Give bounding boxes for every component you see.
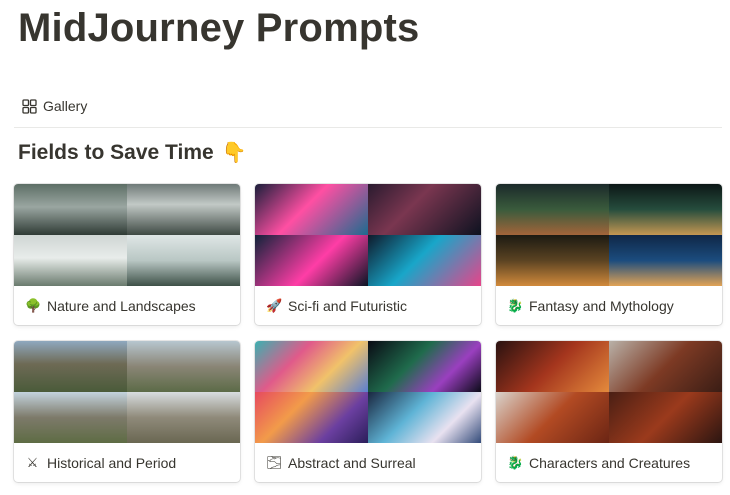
- cover-tile: [127, 392, 240, 443]
- cover-tile: [14, 235, 127, 286]
- gallery-card-abstract[interactable]: 🌫 Abstract and Surreal: [255, 341, 481, 482]
- card-title: Sci-fi and Futuristic: [288, 297, 408, 314]
- gallery-card-historical[interactable]: ⚔ Historical and Period: [14, 341, 240, 482]
- cover-tile: [368, 392, 481, 443]
- card-caption: ⚔ Historical and Period: [14, 443, 240, 482]
- card-cover-image: [14, 341, 240, 443]
- card-title: Characters and Creatures: [529, 454, 691, 471]
- cover-tile: [255, 235, 368, 286]
- card-caption: 🌳 Nature and Landscapes: [14, 286, 240, 325]
- cover-tile: [127, 184, 240, 235]
- cover-tile: [14, 392, 127, 443]
- card-title: Abstract and Surreal: [288, 454, 416, 471]
- cover-tile: [368, 235, 481, 286]
- crossed-swords-icon: ⚔: [26, 454, 39, 470]
- cover-tile: [609, 184, 722, 235]
- cover-tile: [496, 235, 609, 286]
- card-cover-image: [14, 184, 240, 286]
- gallery-view-tab[interactable]: Gallery: [22, 98, 87, 114]
- divider: [14, 127, 722, 128]
- gallery-card-nature[interactable]: 🌳 Nature and Landscapes: [14, 184, 240, 325]
- gallery-grid-icon: [22, 98, 37, 114]
- card-caption: 🐉 Characters and Creatures: [496, 443, 722, 482]
- cover-tile: [14, 341, 127, 392]
- cover-tile: [255, 341, 368, 392]
- section-title: Fields to Save Time 👇: [18, 140, 247, 165]
- card-cover-image: [255, 184, 481, 286]
- cover-tile: [127, 341, 240, 392]
- card-caption: 🌫 Abstract and Surreal: [255, 443, 481, 482]
- gallery-card-characters[interactable]: 🐉 Characters and Creatures: [496, 341, 722, 482]
- pointing-down-icon: 👇: [221, 142, 247, 164]
- card-title: Nature and Landscapes: [47, 297, 196, 314]
- card-caption: 🚀 Sci-fi and Futuristic: [255, 286, 481, 325]
- cover-tile: [609, 341, 722, 392]
- card-title: Fantasy and Mythology: [529, 297, 674, 314]
- rocket-icon: 🚀: [266, 297, 283, 313]
- cover-tile: [368, 341, 481, 392]
- gallery-view-label: Gallery: [43, 98, 88, 114]
- gallery-card-scifi[interactable]: 🚀 Sci-fi and Futuristic: [255, 184, 481, 325]
- card-cover-image: [496, 341, 722, 443]
- fog-icon: 🌫: [266, 454, 283, 470]
- gallery-card-fantasy[interactable]: 🐉 Fantasy and Mythology: [496, 184, 722, 325]
- page-title: MidJourney Prompts: [18, 6, 420, 50]
- card-title: Historical and Period: [47, 454, 177, 471]
- cover-tile: [127, 235, 240, 286]
- cover-tile: [368, 184, 481, 235]
- tree-icon: 🌳: [25, 297, 42, 313]
- cover-tile: [609, 235, 722, 286]
- card-cover-image: [496, 184, 722, 286]
- dragon-icon: 🐉: [507, 454, 524, 470]
- cover-tile: [14, 184, 127, 235]
- gallery-grid: 🌳 Nature and Landscapes 🚀 Sci-fi and Fut…: [14, 184, 724, 484]
- dragon-icon: 🐉: [507, 297, 524, 313]
- section-title-text: Fields to Save Time: [18, 140, 214, 164]
- card-cover-image: [255, 341, 481, 443]
- cover-tile: [255, 392, 368, 443]
- cover-tile: [609, 392, 722, 443]
- card-caption: 🐉 Fantasy and Mythology: [496, 286, 722, 325]
- cover-tile: [496, 341, 609, 392]
- cover-tile: [496, 184, 609, 235]
- cover-tile: [255, 184, 368, 235]
- cover-tile: [496, 392, 609, 443]
